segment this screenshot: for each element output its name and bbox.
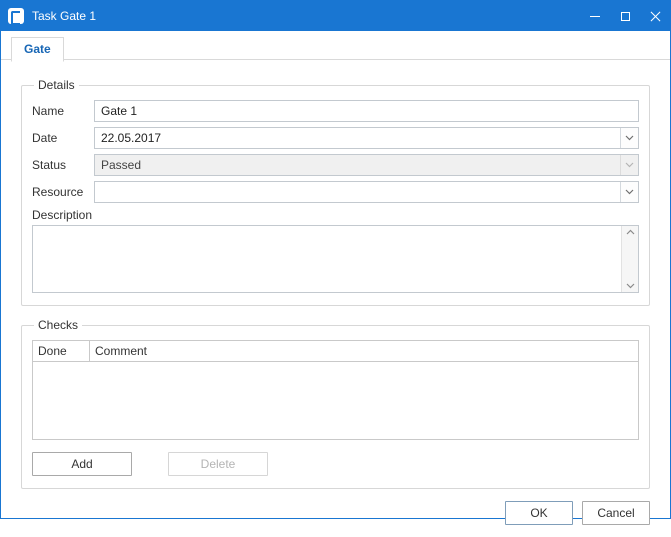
window-title: Task Gate 1 xyxy=(32,9,96,23)
checks-table[interactable]: Done Comment xyxy=(32,340,639,440)
date-label: Date xyxy=(32,131,94,145)
tab-page-gate: Details Name Date 22.05.2017 xyxy=(1,59,670,537)
scroll-up-icon[interactable] xyxy=(626,229,635,235)
resource-row: Resource xyxy=(32,181,639,203)
description-scrollbar[interactable] xyxy=(621,226,638,292)
titlebar[interactable]: Task Gate 1 xyxy=(1,1,670,31)
scroll-down-icon[interactable] xyxy=(626,283,635,289)
date-row: Date 22.05.2017 xyxy=(32,127,639,149)
status-row: Status Passed xyxy=(32,154,639,176)
resource-dropdown-button[interactable] xyxy=(620,182,638,202)
date-dropdown-button[interactable] xyxy=(620,128,638,148)
description-value xyxy=(33,226,638,230)
resource-label: Resource xyxy=(32,185,94,199)
dialog-window: Task Gate 1 Gate Details Name xyxy=(0,0,671,519)
resource-combobox[interactable] xyxy=(94,181,639,203)
tab-gate[interactable]: Gate xyxy=(11,37,64,62)
date-combobox[interactable]: 22.05.2017 xyxy=(94,127,639,149)
minimize-icon xyxy=(590,16,600,17)
cancel-button[interactable]: Cancel xyxy=(582,501,650,525)
add-button[interactable]: Add xyxy=(32,452,132,476)
checks-group: Checks Done Comment Add Delete xyxy=(21,318,650,489)
column-header-done[interactable]: Done xyxy=(33,341,90,361)
name-label: Name xyxy=(32,104,94,118)
delete-button: Delete xyxy=(168,452,268,476)
date-value: 22.05.2017 xyxy=(95,131,620,145)
status-combobox: Passed xyxy=(94,154,639,176)
status-dropdown-button xyxy=(620,155,638,175)
checks-table-body[interactable] xyxy=(33,362,638,439)
tab-strip: Gate xyxy=(1,31,670,59)
close-icon xyxy=(650,11,661,22)
chevron-down-icon xyxy=(625,135,634,141)
ok-button[interactable]: OK xyxy=(505,501,573,525)
window-controls xyxy=(580,1,670,31)
checks-table-header: Done Comment xyxy=(33,341,638,362)
checks-legend: Checks xyxy=(34,318,82,332)
name-input[interactable] xyxy=(94,100,639,122)
maximize-button[interactable] xyxy=(610,1,640,31)
maximize-icon xyxy=(621,12,630,21)
description-label: Description xyxy=(32,208,639,222)
name-row: Name xyxy=(32,100,639,122)
description-textarea[interactable] xyxy=(32,225,639,293)
status-label: Status xyxy=(32,158,94,172)
column-header-comment[interactable]: Comment xyxy=(90,341,638,361)
status-value: Passed xyxy=(95,158,620,172)
details-legend: Details xyxy=(34,78,79,92)
checks-buttons: Add Delete xyxy=(32,452,639,476)
app-icon xyxy=(8,8,24,24)
close-button[interactable] xyxy=(640,1,670,31)
chevron-down-icon xyxy=(625,162,634,168)
minimize-button[interactable] xyxy=(580,1,610,31)
dialog-footer: OK Cancel xyxy=(21,501,650,525)
chevron-down-icon xyxy=(625,189,634,195)
details-group: Details Name Date 22.05.2017 xyxy=(21,78,650,306)
